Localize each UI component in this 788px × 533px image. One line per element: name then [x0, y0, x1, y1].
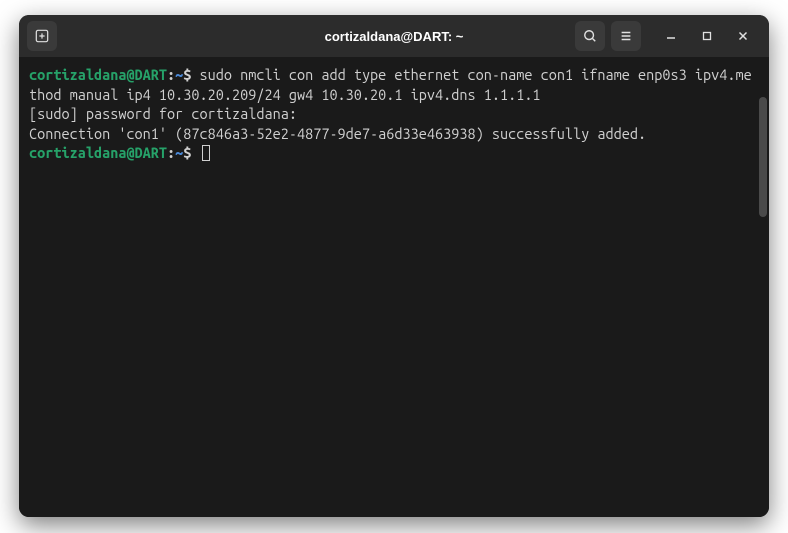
minimize-button[interactable] — [653, 21, 689, 51]
window-controls — [653, 21, 761, 51]
close-icon — [737, 30, 749, 42]
cursor — [202, 145, 210, 161]
plus-box-icon — [35, 29, 49, 43]
maximize-button[interactable] — [689, 21, 725, 51]
terminal-line: cortizaldana@DART:~$ sudo nmcli con add … — [29, 65, 759, 104]
new-tab-button[interactable] — [27, 21, 57, 51]
minimize-icon — [665, 30, 677, 42]
terminal-output-line: Connection 'con1' (87c846a3-52e2-4877-9d… — [29, 124, 759, 144]
scrollbar-thumb[interactable] — [759, 97, 767, 217]
search-icon — [583, 29, 597, 43]
maximize-icon — [701, 30, 713, 42]
terminal-line: cortizaldana@DART:~$ — [29, 143, 759, 163]
titlebar: cortizaldana@DART: ~ — [19, 15, 769, 57]
hamburger-icon — [619, 29, 633, 43]
titlebar-right — [575, 21, 761, 51]
prompt-separator: : — [167, 66, 175, 83]
prompt-user-host: cortizaldana@DART — [29, 66, 167, 83]
prompt-user-host: cortizaldana@DART — [29, 144, 167, 161]
titlebar-left — [27, 21, 57, 51]
search-button[interactable] — [575, 21, 605, 51]
window-title: cortizaldana@DART: ~ — [325, 29, 464, 44]
terminal-body[interactable]: cortizaldana@DART:~$ sudo nmcli con add … — [19, 57, 769, 517]
command-text — [191, 144, 199, 161]
close-button[interactable] — [725, 21, 761, 51]
menu-button[interactable] — [611, 21, 641, 51]
terminal-window: cortizaldana@DART: ~ — [19, 15, 769, 517]
terminal-output-line: [sudo] password for cortizaldana: — [29, 104, 759, 124]
prompt-separator: : — [167, 144, 175, 161]
